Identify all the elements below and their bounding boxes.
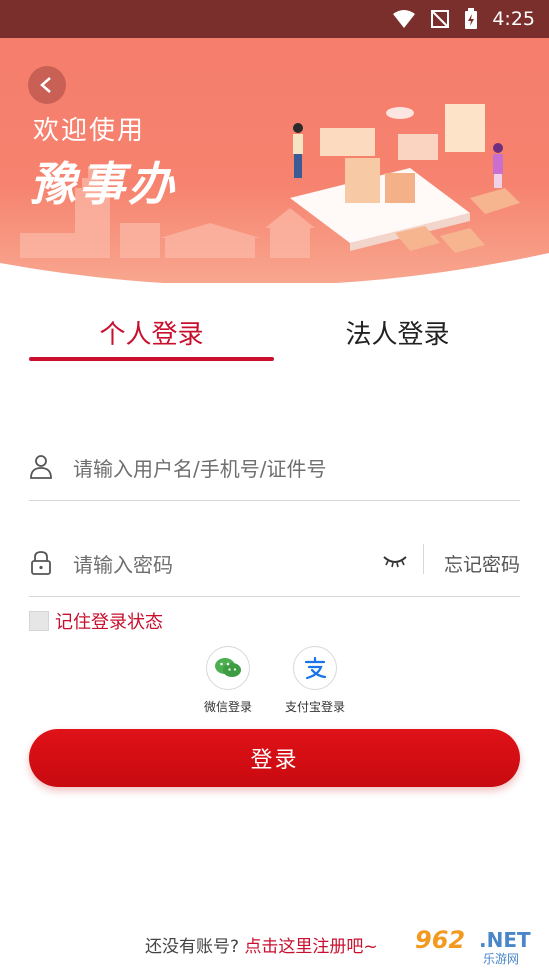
battery-charging-icon: [465, 8, 478, 29]
tab-active-indicator: [29, 357, 274, 361]
watermark-logo: 962 .NET 乐游网: [407, 924, 543, 970]
hero-banner: 欢迎使用 豫事办: [0, 38, 549, 283]
remember-label: 记住登录状态: [55, 612, 163, 633]
password-input[interactable]: [71, 546, 375, 584]
eye-closed-icon[interactable]: [382, 554, 408, 568]
wechat-icon: [215, 658, 241, 677]
tab-personal-login[interactable]: 个人登录: [29, 314, 274, 351]
wechat-login-label: 微信登录: [203, 700, 252, 714]
user-icon: [30, 455, 52, 479]
username-input[interactable]: [71, 450, 375, 488]
watermark-number: 962: [415, 926, 466, 954]
no-signal-icon: [431, 10, 450, 28]
alipay-login-button[interactable]: 支付宝登录: [270, 646, 360, 715]
login-button[interactable]: 登录: [29, 729, 520, 787]
back-button[interactable]: [28, 66, 66, 104]
back-arrow-icon: [40, 77, 51, 93]
lock-icon: [31, 551, 51, 575]
register-link[interactable]: 点击这里注册吧~: [244, 937, 377, 957]
register-prompt: 还没有账号? 点击这里注册吧~: [145, 932, 378, 957]
status-time: 4:25: [492, 8, 535, 30]
field-divider: [423, 544, 424, 574]
welcome-text: 欢迎使用: [33, 116, 146, 146]
register-question: 还没有账号?: [145, 937, 240, 957]
username-field: [29, 440, 520, 501]
wifi-icon: [393, 10, 416, 28]
status-bar: 4:25: [0, 0, 549, 38]
login-tabs: 个人登录 法人登录: [0, 300, 549, 366]
wechat-login-button[interactable]: 微信登录: [183, 646, 273, 715]
forgot-password-link[interactable]: 忘记密码: [444, 550, 520, 577]
watermark-net: .NET: [479, 928, 531, 952]
watermark-subtitle: 乐游网: [483, 952, 520, 966]
alipay-login-label: 支付宝登录: [284, 700, 345, 714]
remember-checkbox[interactable]: [29, 611, 49, 631]
password-field: 忘记密码: [29, 536, 520, 597]
alipay-icon: [304, 656, 327, 680]
remember-login[interactable]: 记住登录状态: [29, 608, 163, 634]
brand-title: 豫事办: [30, 157, 177, 211]
tab-corporate-login[interactable]: 法人登录: [275, 314, 520, 351]
